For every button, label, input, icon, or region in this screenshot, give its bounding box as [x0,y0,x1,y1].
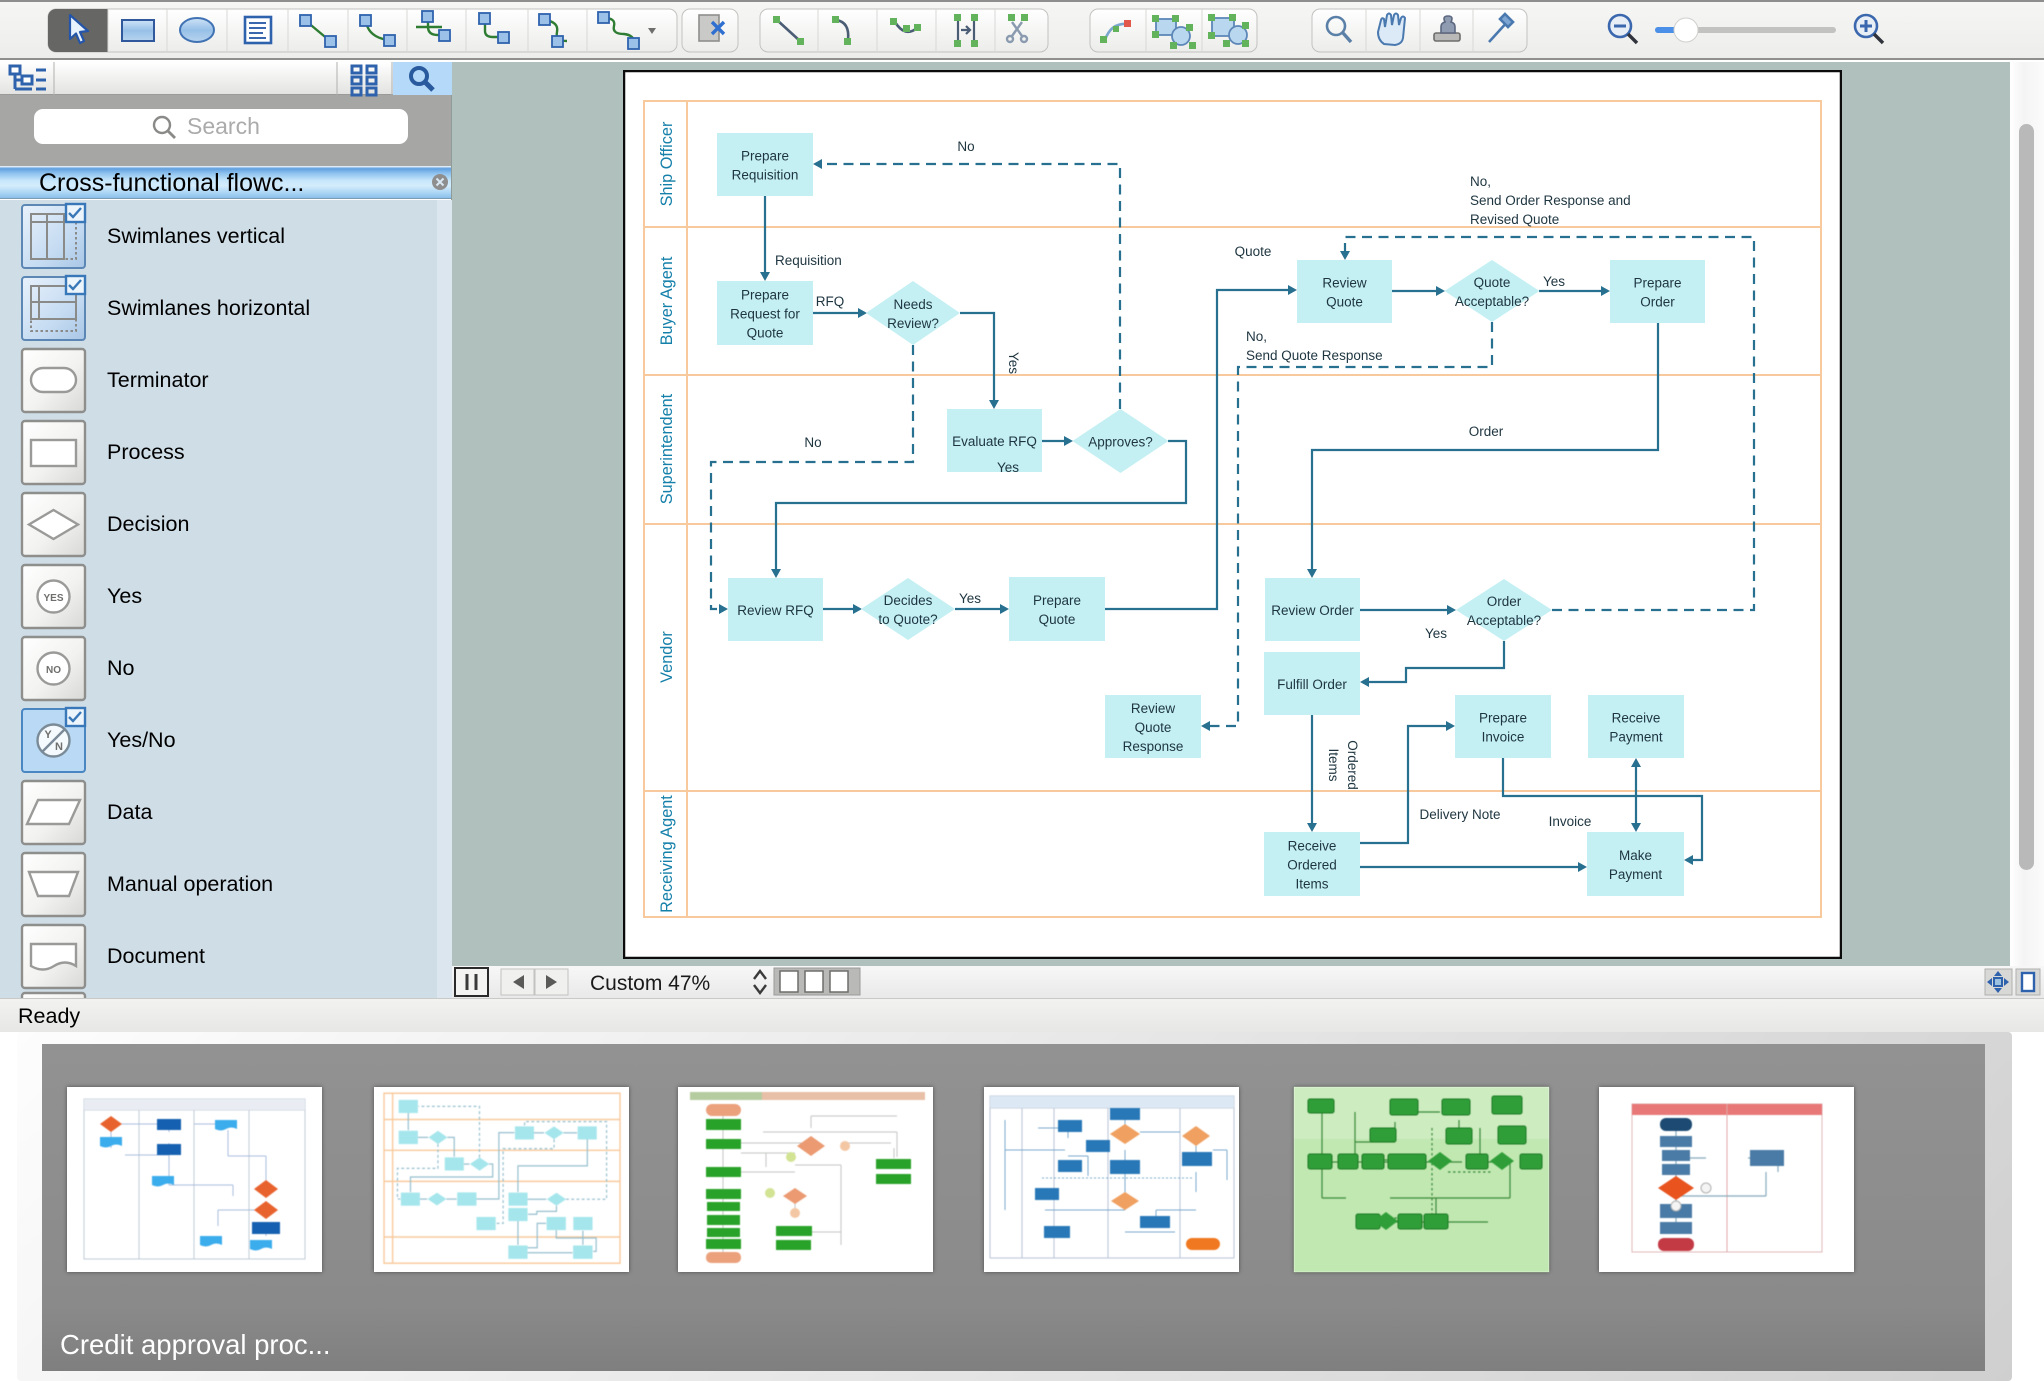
svg-text:Prepare: Prepare [741,149,789,164]
svg-text:No,: No, [1470,174,1491,189]
svg-text:Buyer Agent: Buyer Agent [658,256,676,345]
svg-text:Quote: Quote [1135,720,1172,735]
svg-text:Yes: Yes [959,591,981,606]
svg-text:Review: Review [1322,276,1367,291]
svg-text:Delivery Note: Delivery Note [1419,807,1500,822]
svg-text:Make: Make [1619,848,1652,863]
svg-text:Requisition: Requisition [732,168,799,183]
svg-text:Custom 47%: Custom 47% [590,972,710,995]
svg-text:to Quote?: to Quote? [878,612,937,627]
svg-text:N: N [55,741,63,753]
svg-text:Process: Process [107,440,185,464]
svg-text:Swimlanes horizontal: Swimlanes horizontal [107,296,310,320]
svg-text:Quote: Quote [1235,244,1272,259]
svg-text:Prepare: Prepare [741,288,789,303]
svg-text:Receive: Receive [1288,839,1337,854]
svg-text:Data: Data [107,800,152,824]
svg-text:Prepare: Prepare [1033,593,1081,608]
svg-text:No: No [804,435,821,450]
svg-text:Fulfill Order: Fulfill Order [1277,677,1347,692]
svg-text:Order: Order [1487,594,1522,609]
svg-text:Superintendent: Superintendent [658,393,676,504]
svg-text:Search: Search [187,113,260,139]
svg-text:Vendor: Vendor [658,631,676,683]
svg-text:Needs: Needs [893,297,932,312]
svg-text:Ship Officer: Ship Officer [658,121,676,206]
svg-text:Yes: Yes [1006,352,1021,374]
svg-text:Requisition: Requisition [775,253,842,268]
svg-text:Send Order Response and: Send Order Response and [1470,193,1631,208]
svg-text:Acceptable?: Acceptable? [1467,613,1541,628]
svg-text:Evaluate RFQ: Evaluate RFQ [952,434,1037,449]
svg-text:Quote: Quote [1039,612,1076,627]
svg-text:Prepare: Prepare [1479,711,1527,726]
svg-text:Review Order: Review Order [1271,603,1354,618]
svg-text:Decides: Decides [884,593,933,608]
svg-text:Yes: Yes [1543,274,1565,289]
svg-text:Manual operation: Manual operation [107,872,273,896]
svg-text:Invoice: Invoice [1549,814,1592,829]
svg-text:Receive: Receive [1612,711,1661,726]
svg-text:Items: Items [1295,877,1328,892]
svg-text:Y: Y [44,729,52,741]
svg-text:Payment: Payment [1609,730,1663,745]
svg-text:Response: Response [1123,739,1184,754]
svg-text:YES: YES [43,593,63,604]
svg-text:Order: Order [1469,424,1504,439]
svg-text:Quote: Quote [1474,275,1511,290]
svg-text:Yes: Yes [997,460,1019,475]
svg-text:Review?: Review? [887,316,939,331]
svg-text:Quote: Quote [747,326,784,341]
svg-text:Ordered: Ordered [1345,740,1360,790]
svg-text:Approves?: Approves? [1088,435,1153,450]
svg-text:NO: NO [46,665,61,676]
svg-text:Invoice: Invoice [1482,730,1525,745]
svg-text:Order: Order [1640,295,1675,310]
svg-text:Cross-functional flowc...: Cross-functional flowc... [39,169,304,197]
svg-text:Quote: Quote [1326,295,1363,310]
svg-text:Swimlanes vertical: Swimlanes vertical [107,224,285,248]
svg-text:Ordered: Ordered [1287,858,1337,873]
svg-text:Revised Quote: Revised Quote [1470,212,1559,227]
svg-text:Review: Review [1131,701,1176,716]
svg-text:No: No [957,139,974,154]
svg-text:Prepare: Prepare [1633,276,1681,291]
svg-text:Send Quote Response: Send Quote Response [1246,348,1383,363]
svg-text:Terminator: Terminator [107,368,209,392]
svg-text:RFQ: RFQ [816,294,845,309]
svg-text:Payment: Payment [1609,867,1663,882]
svg-text:Items: Items [1326,748,1341,781]
svg-text:Request for: Request for [730,307,800,322]
svg-text:Document: Document [107,944,205,968]
svg-text:No: No [107,656,135,680]
svg-text:Decision: Decision [107,512,189,536]
svg-text:Yes: Yes [1425,626,1447,641]
svg-text:Yes: Yes [107,584,142,608]
svg-text:Yes/No: Yes/No [107,728,176,752]
svg-text:Receiving Agent: Receiving Agent [658,795,676,913]
svg-text:Acceptable?: Acceptable? [1455,294,1529,309]
svg-text:No,: No, [1246,329,1267,344]
svg-text:Review RFQ: Review RFQ [737,603,814,618]
